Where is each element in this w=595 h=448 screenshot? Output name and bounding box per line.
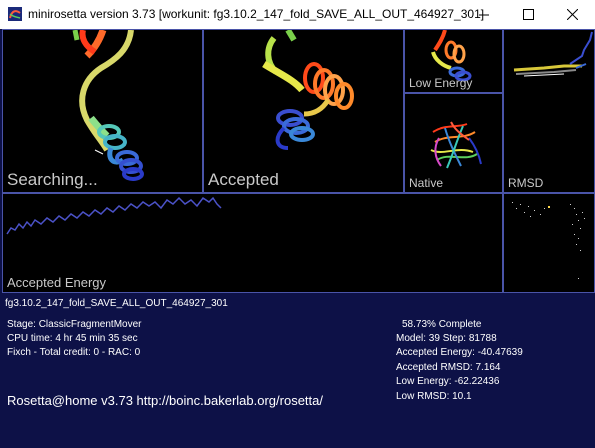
percent-complete-text: 58.73% Complete: [402, 319, 482, 330]
accepted-energy-text: Accepted Energy: -40.47639: [396, 347, 523, 358]
low-energy-label: Low Energy: [409, 76, 473, 90]
native-panel: Native: [404, 93, 503, 193]
rmsd-panel: RMSD: [503, 29, 595, 193]
workunit-name: fg3.10.2_147_fold_SAVE_ALL_OUT_464927_30…: [5, 298, 228, 309]
rmsd-energy-scatter-panel: [503, 193, 595, 293]
searching-panel: Searching...: [2, 29, 203, 193]
credit-text: Fixch - Total credit: 0 - RAC: 0: [7, 347, 141, 358]
title-bar[interactable]: minirosetta version 3.73 [workunit: fg3.…: [0, 0, 595, 29]
low-energy-panel: Low Energy: [404, 29, 503, 93]
rmsd-energy-scatter-plot: [512, 202, 585, 279]
native-label: Native: [409, 176, 444, 190]
accepted-energy-label: Accepted Energy: [7, 275, 107, 290]
rmsd-label: RMSD: [508, 176, 544, 190]
stage-text: Stage: ClassicFragmentMover: [7, 319, 142, 330]
rmsd-trace-plot: [513, 31, 593, 77]
window-title: minirosetta version 3.73 [workunit: fg3.…: [28, 7, 485, 21]
cpu-time-text: CPU time: 4 hr 45 min 35 sec: [7, 333, 138, 344]
accepted-label: Accepted: [208, 170, 279, 189]
accepted-energy-panel: Accepted Energy: [2, 193, 503, 293]
accepted-structure-view: [262, 30, 354, 150]
homepage-text: Rosetta@home v3.73 http://boinc.bakerlab…: [7, 393, 323, 408]
low-rmsd-text: Low RMSD: 10.1: [396, 391, 472, 402]
searching-label: Searching...: [7, 170, 98, 189]
maximize-icon: [523, 9, 534, 20]
maximize-button[interactable]: [506, 0, 550, 29]
close-icon: [567, 9, 578, 20]
model-step-text: Model: 39 Step: 81788: [396, 333, 497, 344]
accepted-panel: Accepted: [203, 29, 404, 193]
rosetta-app-icon: [8, 7, 22, 21]
graphics-area: Searching... Accepted Low Energy Native …: [0, 29, 595, 448]
close-button[interactable]: [550, 0, 594, 29]
searching-structure-view: [72, 30, 144, 181]
low-energy-text: Low Energy: -62.22436: [396, 376, 500, 387]
minirosetta-window: minirosetta version 3.73 [workunit: fg3.…: [0, 0, 595, 448]
minimize-button[interactable]: [462, 0, 506, 29]
accepted-rmsd-text: Accepted RMSD: 7.164: [396, 362, 501, 373]
minimize-icon: [479, 14, 489, 16]
